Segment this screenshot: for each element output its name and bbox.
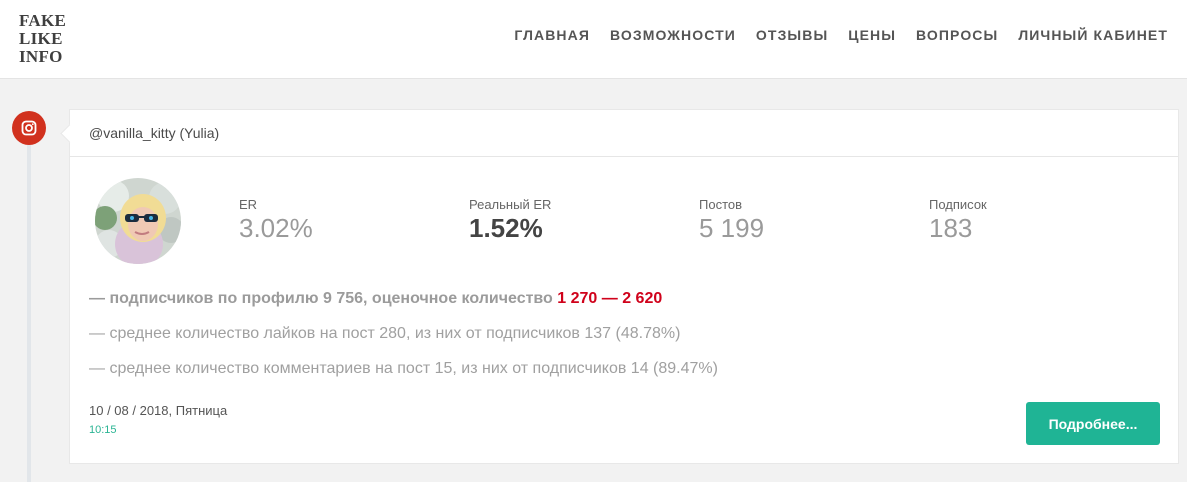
stat-real-er: Реальный ER 1.52%	[469, 197, 551, 244]
avatar	[95, 178, 181, 264]
report-date: 10 / 08 / 2018, Пятница	[89, 403, 228, 418]
stat-posts-label: Постов	[699, 197, 743, 212]
details-button[interactable]: Подробнее...	[1026, 402, 1160, 445]
nav-faq[interactable]: ВОПРОСЫ	[916, 27, 998, 43]
site-logo[interactable]: FAKE LIKE INFO	[19, 12, 66, 66]
profile-username[interactable]: @vanilla_kitty (Yulia)	[89, 125, 219, 141]
stat-real-er-label: Реальный ER	[469, 197, 552, 212]
instagram-icon	[12, 111, 46, 145]
top-navigation-bar: FAKE LIKE INFO ГЛАВНАЯ ВОЗМОЖНОСТИ ОТЗЫВ…	[0, 0, 1187, 79]
followers-estimate-range: 1 270 — 2 620	[557, 290, 663, 307]
likes-average-line: — среднее количество лайков на пост 280,…	[89, 325, 681, 342]
timeline-line	[27, 130, 31, 482]
stat-real-er-value: 1.52%	[469, 213, 543, 243]
stat-er-label: ER	[239, 197, 258, 212]
stat-er-value: 3.02%	[239, 213, 313, 243]
followers-estimate-prefix: — подписчиков по профилю 9 756, оценочно…	[89, 290, 558, 307]
main-menu: ГЛАВНАЯ ВОЗМОЖНОСТИ ОТЗЫВЫ ЦЕНЫ ВОПРОСЫ …	[514, 27, 1168, 43]
stat-posts-value: 5 199	[699, 213, 765, 243]
logo-line-3: INFO	[19, 47, 63, 66]
logo-line-2: LIKE	[19, 29, 63, 48]
stat-er: ER 3.02%	[239, 197, 313, 244]
stat-following: Подписок 183	[929, 197, 987, 244]
stat-following-label: Подписок	[929, 197, 987, 212]
stat-posts: Постов 5 199	[699, 197, 764, 244]
nav-account[interactable]: ЛИЧНЫЙ КАБИНЕТ	[1018, 27, 1168, 43]
nav-reviews[interactable]: ОТЗЫВЫ	[756, 27, 828, 43]
profile-report-card: @vanilla_kitty (Yulia) ER 3.02% Реальный…	[60, 109, 1179, 464]
logo-line-1: FAKE	[19, 11, 67, 30]
nav-home[interactable]: ГЛАВНАЯ	[514, 27, 590, 43]
report-time: 10:15	[89, 424, 117, 436]
stat-following-value: 183	[929, 213, 973, 243]
nav-features[interactable]: ВОЗМОЖНОСТИ	[610, 27, 736, 43]
card-header: @vanilla_kitty (Yulia)	[70, 110, 1178, 157]
nav-prices[interactable]: ЦЕНЫ	[848, 27, 896, 43]
comments-average-line: — среднее количество комментариев на пос…	[89, 360, 718, 377]
followers-estimate-line: — подписчиков по профилю 9 756, оценочно…	[89, 290, 662, 308]
